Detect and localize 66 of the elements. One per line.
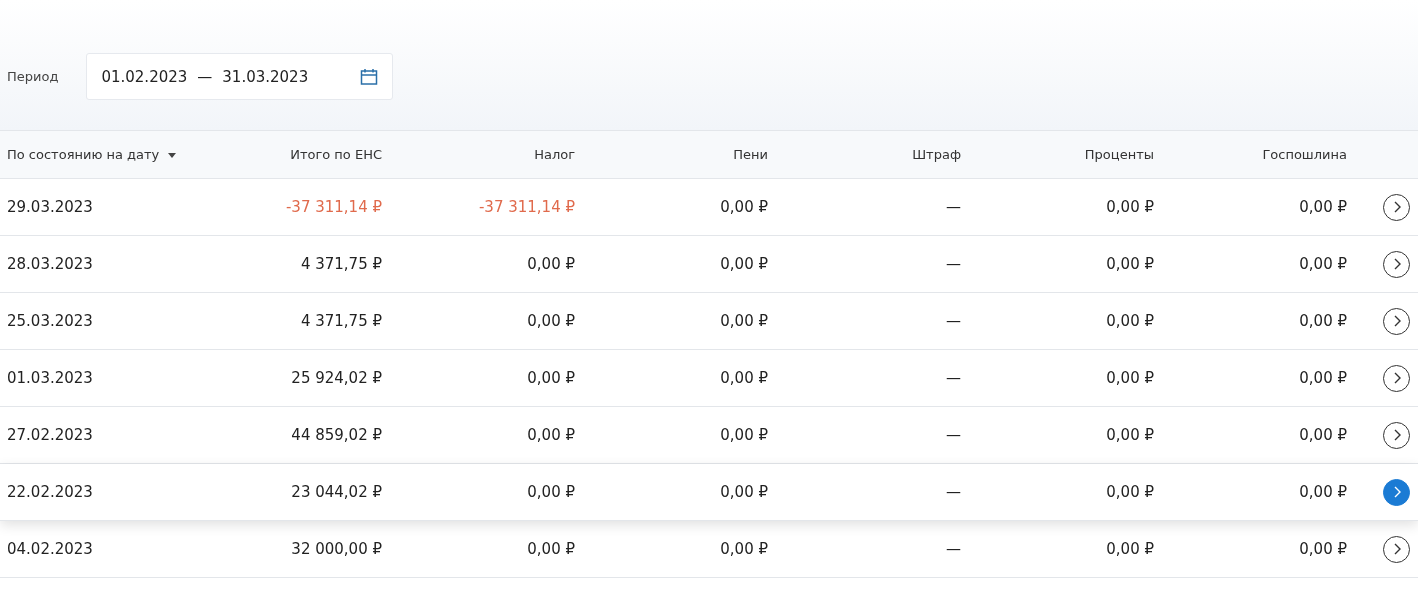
table-cell: 25.03.2023 — [7, 312, 93, 330]
table-cell: 0,00 ₽ — [1106, 483, 1154, 501]
table-cell: 27.02.2023 — [7, 426, 93, 444]
table-cell: 0,00 ₽ — [1106, 426, 1154, 444]
column-header: Проценты — [1084, 147, 1154, 162]
table-row-highlight[interactable]: 22.02.2023 23 044,02 ₽ 0,00 ₽ 0,00 ₽ — 0,00 ₽ 0,00 ₽ — [0, 464, 1418, 521]
table-cell: -37 311,14 ₽ — [285, 198, 382, 216]
table-cell: 0,00 ₽ — [720, 483, 768, 501]
table-cell: — — [946, 198, 961, 216]
table-cell: 04.02.2023 — [7, 540, 93, 558]
table-cell: 0,00 ₽ — [720, 369, 768, 387]
table-cell: 0,00 ₽ — [527, 483, 575, 501]
table-cell: 0,00 ₽ — [1299, 540, 1347, 558]
table-cell: 0,00 ₽ — [527, 312, 575, 330]
open-details-button[interactable] — [1383, 307, 1410, 335]
table-cell: — — [946, 312, 961, 330]
table-cell: 0,00 ₽ — [1299, 426, 1347, 444]
column-header: Пени — [733, 147, 768, 162]
table-cell: 0,00 ₽ — [1106, 198, 1154, 216]
table-cell: 0,00 ₽ — [720, 255, 768, 273]
table-cell: 0,00 ₽ — [720, 198, 768, 216]
table-cell: 0,00 ₽ — [527, 255, 575, 273]
table-cell: -37 311,14 ₽ — [478, 198, 575, 216]
table-cell: 4 371,75 ₽ — [300, 255, 382, 273]
table-cell: — — [946, 369, 961, 387]
calendar-icon[interactable] — [360, 67, 379, 86]
table-cell: 01.03.2023 — [7, 369, 93, 387]
table-cell: 44 859,02 ₽ — [291, 426, 382, 444]
table-cell: 22.02.2023 — [7, 483, 93, 501]
column-header: Штраф — [912, 147, 961, 162]
period-label: Период — [7, 69, 59, 84]
table-cell: — — [946, 426, 961, 444]
table-cell: 0,00 ₽ — [1299, 312, 1347, 330]
table-cell: 0,00 ₽ — [1299, 369, 1347, 387]
open-details-button[interactable] — [1383, 421, 1410, 449]
table-cell: 0,00 ₽ — [527, 369, 575, 387]
table-cell: 29.03.2023 — [7, 198, 93, 216]
open-details-button[interactable] — [1383, 535, 1410, 563]
table-cell: 0,00 ₽ — [1106, 540, 1154, 558]
open-details-button[interactable] — [1383, 250, 1410, 278]
open-details-button[interactable] — [1383, 193, 1410, 221]
table-cell: — — [946, 540, 961, 558]
table-cell: 0,00 ₽ — [527, 540, 575, 558]
table-cell: 0,00 ₽ — [1299, 483, 1347, 501]
table-cell: 0,00 ₽ — [1106, 312, 1154, 330]
column-header: Госпошлина — [1262, 147, 1347, 162]
table-cell: 0,00 ₽ — [1299, 255, 1347, 273]
table-cell: 0,00 ₽ — [1106, 255, 1154, 273]
table-cell: — — [946, 483, 961, 501]
open-details-button[interactable] — [1383, 364, 1410, 392]
table-cell: 0,00 ₽ — [720, 312, 768, 330]
table-cell: 4 371,75 ₽ — [300, 312, 382, 330]
table-cell: 32 000,00 ₽ — [291, 540, 382, 558]
table-cell: 0,00 ₽ — [1106, 369, 1154, 387]
table-cell: 0,00 ₽ — [720, 540, 768, 558]
table-cell: 0,00 ₽ — [1299, 198, 1347, 216]
table-cell: 0,00 ₽ — [527, 426, 575, 444]
table-cell: 25 924,02 ₽ — [291, 369, 382, 387]
column-header: Итого по ЕНС — [290, 147, 382, 162]
column-header: Налог — [534, 147, 575, 162]
table-cell: 0,00 ₽ — [720, 426, 768, 444]
table-cell: — — [946, 255, 961, 273]
date-range-field[interactable]: 01.02.2023 — 31.03.2023 — [86, 53, 394, 100]
column-header[interactable]: По состоянию на дату — [7, 147, 160, 162]
table-cell: 23 044,02 ₽ — [291, 483, 382, 501]
table-cell: 28.03.2023 — [7, 255, 93, 273]
